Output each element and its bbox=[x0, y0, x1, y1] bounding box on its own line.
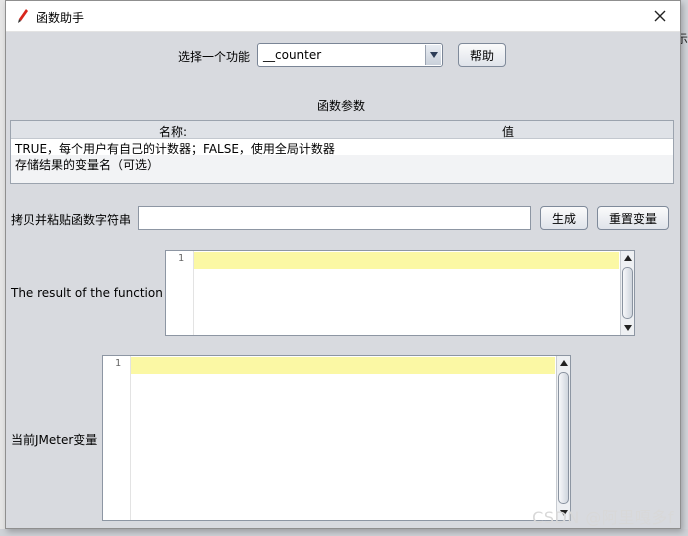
reset-variables-button[interactable]: 重置变量 bbox=[597, 206, 669, 230]
column-header-name: 名称: bbox=[159, 125, 188, 139]
scroll-up-icon[interactable] bbox=[557, 356, 570, 370]
close-button[interactable] bbox=[640, 1, 680, 31]
result-text-area[interactable]: 1 bbox=[165, 250, 635, 336]
function-select-value: __counter bbox=[263, 48, 322, 62]
scroll-up-icon[interactable] bbox=[621, 251, 634, 265]
table-row[interactable]: TRUE，每个用户有自己的计数器；FALSE，使用全局计数器 bbox=[11, 139, 673, 156]
current-line-highlight bbox=[131, 357, 555, 374]
function-select[interactable]: __counter bbox=[257, 43, 443, 67]
generate-button[interactable]: 生成 bbox=[540, 206, 588, 230]
line-number: 1 bbox=[114, 358, 121, 369]
params-section-title: 函数参数 bbox=[317, 99, 366, 113]
copy-string-label: 拷贝并粘贴函数字符串 bbox=[11, 213, 132, 227]
scrollbar-thumb[interactable] bbox=[558, 372, 569, 504]
background-window-strip bbox=[681, 0, 688, 536]
title-bar[interactable]: 函数助手 bbox=[6, 1, 680, 32]
column-header-value: 值 bbox=[502, 125, 515, 139]
function-helper-dialog: 函数助手 选择一个功能 __counter 帮助 函数参数 名称: 值 TRUE… bbox=[5, 0, 681, 529]
table-row[interactable]: 存储结果的变量名（可选） bbox=[11, 155, 673, 172]
watermark: CSDN @阿里嘎多f bbox=[532, 508, 674, 527]
chevron-down-icon[interactable] bbox=[425, 45, 441, 65]
params-table: 名称: 值 TRUE，每个用户有自己的计数器；FALSE，使用全局计数器 存储结… bbox=[10, 120, 674, 184]
close-icon bbox=[654, 10, 666, 22]
function-string-input[interactable] bbox=[138, 206, 531, 230]
feather-icon bbox=[16, 8, 30, 24]
vertical-scrollbar[interactable] bbox=[620, 251, 634, 335]
scroll-down-icon[interactable] bbox=[621, 321, 634, 335]
table-cell-name: 存储结果的变量名（可选） bbox=[15, 158, 160, 172]
line-number: 1 bbox=[177, 253, 184, 264]
current-line-highlight bbox=[194, 252, 619, 269]
background-window-bottom bbox=[0, 529, 688, 536]
scrollbar-thumb[interactable] bbox=[622, 267, 633, 319]
function-select-label: 选择一个功能 bbox=[178, 50, 251, 64]
params-table-header: 名称: 值 bbox=[11, 121, 673, 139]
vertical-scrollbar[interactable] bbox=[556, 356, 570, 520]
jmeter-variables-label: 当前JMeter变量 bbox=[11, 433, 98, 447]
help-button[interactable]: 帮助 bbox=[458, 43, 506, 67]
line-number-gutter: 1 bbox=[103, 356, 131, 520]
line-number-gutter: 1 bbox=[166, 251, 194, 335]
result-label: The result of the function is bbox=[11, 286, 177, 300]
jmeter-variables-text-area[interactable]: 1 bbox=[102, 355, 571, 521]
window-title: 函数助手 bbox=[36, 11, 85, 25]
